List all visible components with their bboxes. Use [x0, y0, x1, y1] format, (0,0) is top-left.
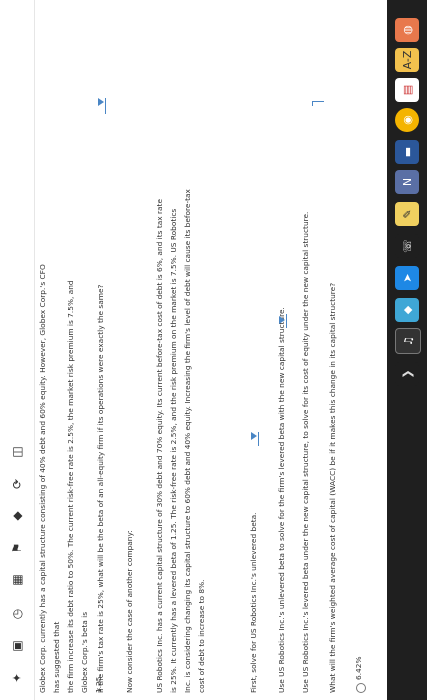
notes-icon[interactable]: N	[395, 170, 419, 194]
unlevered-dropdown-line[interactable]	[105, 98, 106, 114]
intro-line-2: the firm increase its debt ratio to 50%.…	[66, 280, 89, 693]
usr-paragraph: US Robotics Inc. has a current capital s…	[153, 93, 209, 693]
cost-equity-question: Use US Robotics Inc.'s levered beta unde…	[301, 211, 310, 693]
schedule-app-icon[interactable]: ▤	[395, 78, 419, 102]
unlevered-beta-dropdown-line[interactable]	[258, 432, 259, 446]
unlevered-dropdown-arrow[interactable]	[98, 98, 104, 106]
square-icon[interactable]: ◆	[7, 506, 27, 526]
levered-question: Use US Robotics Inc.'s unlevered beta to…	[277, 307, 286, 693]
pin-icon[interactable]: ✦	[7, 668, 27, 688]
intro-line-1: Globex Corp. currently has a capital str…	[38, 264, 61, 693]
chrome-icon[interactable]: ◉	[395, 108, 419, 132]
kite-icon[interactable]: ◆	[395, 298, 419, 322]
wifi-app-icon[interactable]: ◍	[395, 18, 419, 42]
az-label: A-Z	[400, 50, 414, 70]
usr-line-1: US Robotics Inc. has a current capital s…	[155, 199, 164, 693]
tablet-icon[interactable]: ▣	[7, 636, 27, 656]
cost-equity-blank[interactable]	[312, 102, 313, 106]
option-radio-1[interactable]	[356, 683, 366, 693]
unlevered-question: If the firm's tax rate is 25%, what will…	[96, 284, 105, 693]
media-app-icon[interactable]: ♫	[395, 328, 421, 354]
unlevered-beta-dropdown-arrow[interactable]	[251, 432, 257, 440]
photo-icon[interactable]: ✎	[395, 202, 419, 226]
folder-icon[interactable]: ▬	[395, 140, 419, 164]
whatsapp-icon[interactable]: ☏	[395, 234, 419, 258]
clock-icon[interactable]: ◷	[7, 604, 27, 624]
telegram-icon[interactable]: ➤	[395, 266, 419, 290]
next-arrow-icon[interactable]: ❯	[395, 362, 419, 386]
notes-label: N	[400, 177, 414, 187]
rotated-screen: ✦ ▣ ◷ ▦ ⚑ ◆ ⟳ ◫ Globex Corp. currently h…	[0, 0, 427, 700]
reader-icon[interactable]: ◫	[7, 442, 27, 462]
consider-text: Now consider the case of another company…	[125, 530, 134, 693]
usr-line-4: cost of debt to increase to 8%.	[197, 579, 206, 693]
flag-icon[interactable]: ⚑	[7, 538, 27, 558]
levered-beta-dropdown-arrow[interactable]	[279, 316, 285, 324]
side-toolbar: ✦ ▣ ◷ ▦ ⚑ ◆ ⟳ ◫	[0, 0, 35, 700]
az-dictionary-icon[interactable]: A-Z	[395, 48, 419, 72]
calendar-icon[interactable]: ▦	[7, 570, 27, 590]
option-label-1: 6.42%	[354, 656, 363, 680]
usr-line-3: Inc. is considering changing its capital…	[183, 189, 192, 693]
taskbar: ◍ A-Z ▤ ◉ ▬ N ✎ ☏ ➤ ◆ ♫ ❯	[387, 0, 427, 700]
refresh-icon[interactable]: ⟳	[7, 474, 27, 494]
levered-beta-dropdown-line[interactable]	[286, 314, 287, 328]
wacc-question: What will the firm's weighted average co…	[328, 282, 337, 693]
cost-equity-divider	[312, 101, 324, 102]
assignment-content: Globex Corp. currently has a capital str…	[34, 0, 387, 700]
usr-line-2: is 25%. It currently has a levered beta …	[169, 208, 178, 693]
